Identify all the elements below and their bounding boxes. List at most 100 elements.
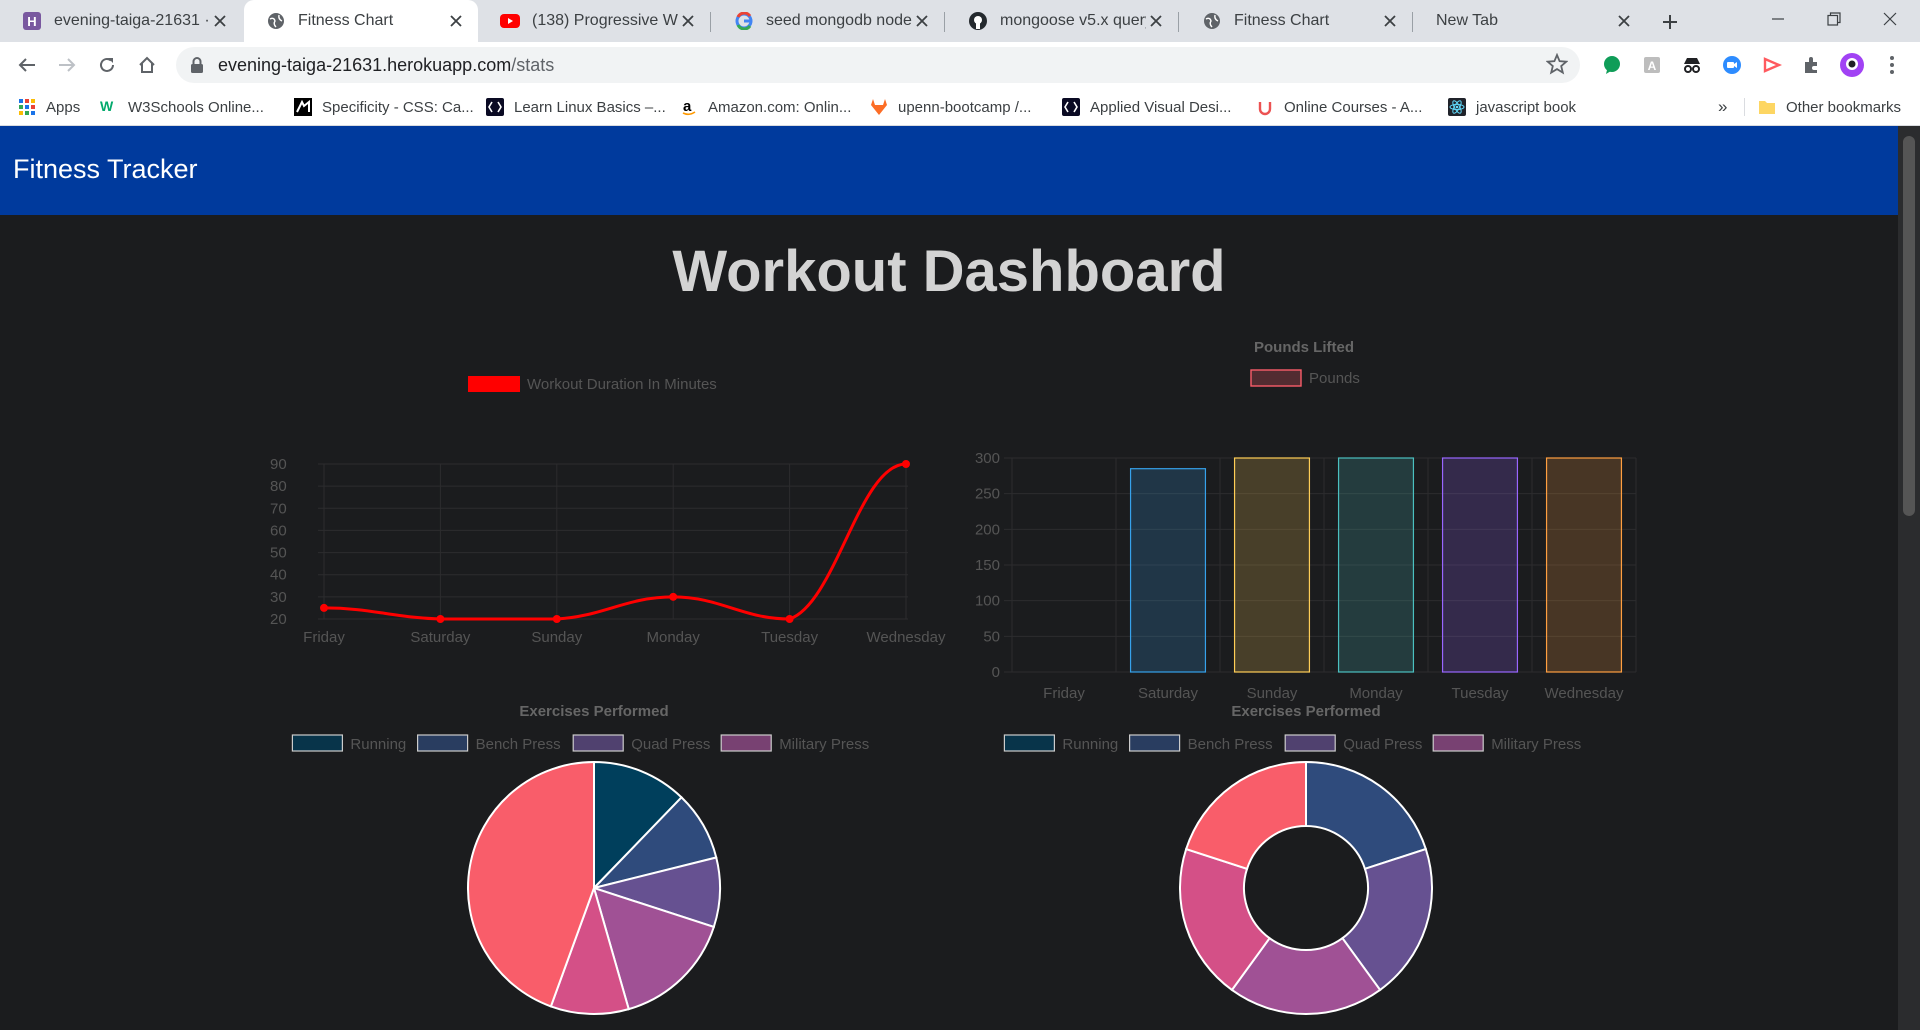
bar [1129, 468, 1207, 673]
y-tick-label: 250 [975, 486, 1000, 503]
restore-button[interactable] [1806, 0, 1862, 38]
exercises-doughnut-chart: Exercises Performed Running Bench Press Qu… [1003, 703, 1581, 1015]
freecodecamp-icon [486, 98, 504, 116]
browser-tab[interactable]: New Tab [1414, 0, 1646, 42]
legend-swatch [468, 376, 520, 392]
close-tab-icon[interactable] [912, 11, 932, 31]
chrome-menu-icon[interactable] [1878, 51, 1906, 79]
react-icon [1448, 98, 1466, 116]
legend-swatch [572, 734, 624, 752]
y-tick-label: 90 [270, 456, 287, 473]
tab-separator [710, 12, 711, 32]
bar [1337, 457, 1415, 673]
bookmark-w3schools[interactable]: W W3Schools Online... [100, 96, 264, 118]
minimize-button[interactable] [1750, 0, 1806, 38]
profile-avatar[interactable] [1838, 51, 1866, 79]
incognito-extension-icon[interactable] [1678, 51, 1706, 79]
chevron-double-right-icon: » [1718, 97, 1728, 116]
tab-title: New Tab [1436, 12, 1498, 29]
close-tab-icon[interactable] [1614, 11, 1634, 31]
tab-title: (138) Progressive Web [532, 12, 678, 29]
puzzle-extension-icon[interactable]: A [1638, 51, 1666, 79]
bookmark-label: Specificity - CSS: Ca... [322, 98, 474, 116]
browser-tab[interactable]: H evening-taiga-21631 · H [0, 0, 242, 42]
globe-icon [1202, 11, 1222, 31]
series-line [323, 462, 907, 621]
github-icon [968, 11, 988, 31]
extensions-puzzle-icon[interactable] [1798, 51, 1826, 79]
freecodecamp-icon [1062, 98, 1080, 116]
page-scrollbar[interactable] [1898, 126, 1920, 1030]
svg-text:a: a [683, 98, 692, 115]
browser-tab-active[interactable]: Fitness Chart [244, 0, 478, 42]
close-tab-icon[interactable] [1380, 11, 1400, 31]
browser-tab[interactable]: (138) Progressive Web [478, 0, 710, 42]
bookmark-apps[interactable]: Apps [18, 96, 80, 118]
close-window-button[interactable] [1862, 0, 1918, 38]
brand-title[interactable]: Fitness Tracker [13, 154, 198, 185]
close-tab-icon[interactable] [446, 11, 466, 31]
bookmark-javascript-book[interactable]: javascript book [1448, 96, 1576, 118]
bookmark-amazon[interactable]: a Amazon.com: Onlin... [680, 96, 851, 118]
address-bar[interactable]: evening-taiga-21631.herokuapp.com/stats [176, 47, 1580, 83]
close-tab-icon[interactable] [210, 11, 230, 31]
data-point [902, 460, 910, 468]
browser-tab[interactable]: Fitness Chart [1180, 0, 1412, 42]
forward-arrow-icon [59, 58, 76, 72]
pie-slice [1305, 760, 1428, 871]
browser-tab-strip: H evening-taiga-21631 · H Fitness Chart … [0, 0, 1920, 42]
browser-toolbar: evening-taiga-21631.herokuapp.com/stats … [0, 42, 1920, 88]
bookmark-label: Apps [46, 98, 81, 116]
legend-swatch [720, 734, 772, 752]
y-tick-label: 50 [270, 545, 287, 562]
y-tick-label: 200 [975, 521, 1000, 538]
scrollbar-thumb[interactable] [1903, 136, 1915, 516]
browser-tab[interactable]: seed mongodb node js [712, 0, 944, 42]
bookmarks-overflow-button[interactable]: » [1718, 96, 1727, 118]
bar [1233, 457, 1311, 673]
tab-separator [944, 12, 945, 32]
bookmark-star-icon[interactable] [1545, 52, 1569, 80]
bookmark-applied-visual-design[interactable]: Applied Visual Desi... [1062, 96, 1231, 118]
mdn-icon [294, 98, 312, 116]
url-text: evening-taiga-21631.herokuapp.com/stats [218, 55, 554, 76]
globe-icon [266, 11, 286, 31]
other-bookmarks-folder[interactable]: Other bookmarks [1758, 96, 1901, 118]
chart-title: Pounds Lifted [1254, 339, 1354, 356]
home-button[interactable] [131, 49, 163, 81]
home-icon [139, 56, 155, 73]
data-point [552, 615, 561, 623]
y-tick-label: 150 [975, 557, 1000, 574]
bookmark-specificity[interactable]: Specificity - CSS: Ca... [294, 96, 474, 118]
data-point [320, 603, 328, 612]
forward-button[interactable] [51, 49, 83, 81]
new-tab-button[interactable] [1656, 8, 1684, 36]
minimize-icon [1772, 18, 1784, 20]
y-tick-label: 60 [270, 522, 287, 539]
heroku-icon: H [22, 11, 42, 31]
bookmark-online-courses[interactable]: Online Courses - A... [1256, 96, 1422, 118]
close-tab-icon[interactable] [678, 11, 698, 31]
bookmarks-bar: Apps W W3Schools Online... Specificity -… [0, 88, 1920, 126]
zoom-extension-icon[interactable] [1718, 51, 1746, 79]
reload-icon [100, 57, 114, 72]
green-extension-icon[interactable] [1598, 51, 1626, 79]
screencast-extension-icon[interactable] [1758, 51, 1786, 79]
legend-label: Bench Press [476, 736, 561, 753]
url-path: /stats [511, 55, 555, 75]
bar [1441, 457, 1519, 673]
bookmark-label: Applied Visual Desi... [1090, 98, 1232, 116]
y-tick-label: 30 [270, 589, 287, 606]
reload-button[interactable] [91, 49, 123, 81]
browser-tab[interactable]: mongoose v5.x query c [946, 0, 1178, 42]
back-button[interactable] [11, 49, 43, 81]
bar [1545, 457, 1623, 673]
bookmark-linux-basics[interactable]: Learn Linux Basics –... [486, 96, 666, 118]
close-tab-icon[interactable] [1146, 11, 1166, 31]
bookmark-upenn-bootcamp[interactable]: upenn-bootcamp /... [870, 96, 1031, 118]
svg-text:H: H [27, 14, 36, 29]
y-tick-label: 0 [992, 664, 1000, 681]
svg-text:W: W [100, 98, 114, 114]
tab-title: Fitness Chart [298, 12, 394, 29]
google-icon [734, 11, 754, 31]
